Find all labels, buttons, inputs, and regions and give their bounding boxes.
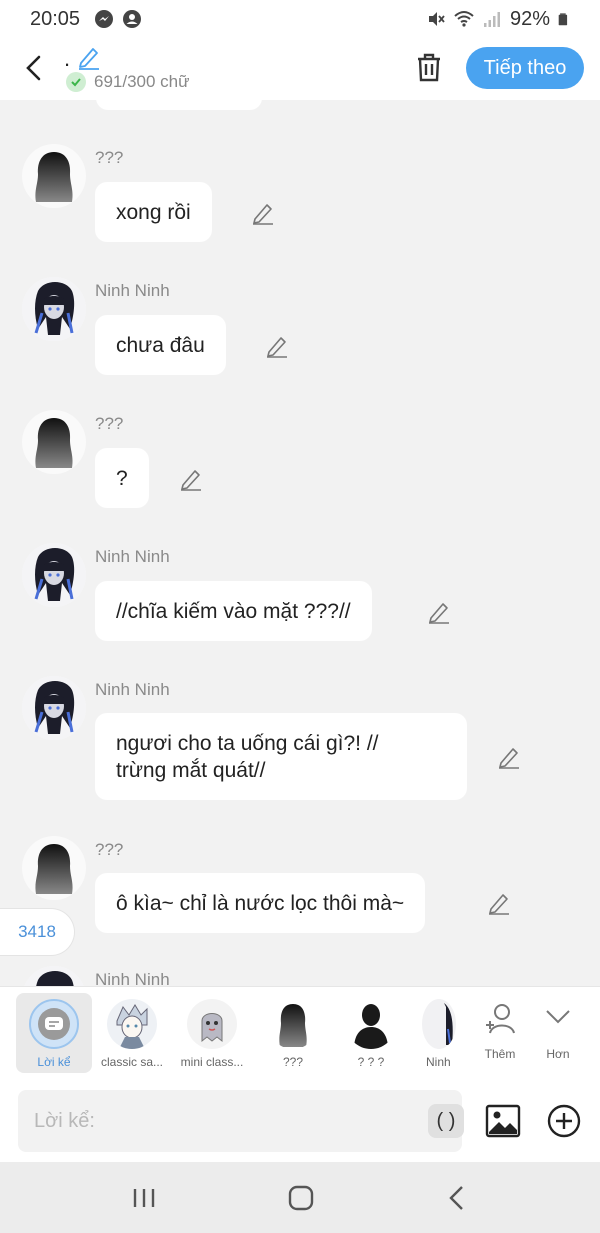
messenger-icon [95,10,114,28]
chevron-left-icon [26,55,41,81]
mute-icon [428,12,445,26]
avatar-silhouette[interactable] [22,144,86,208]
account-icon [123,10,142,28]
ghost-avatar-icon [187,999,237,1049]
dark-silhouette-man-icon [346,999,396,1049]
avatar-anime-girl[interactable] [22,966,86,986]
avatar-anime-girl[interactable] [22,543,86,607]
anime-boy-avatar-icon [107,999,157,1049]
sender-name: ??? [95,148,124,167]
word-count-text: 691/300 chữ [94,72,190,91]
add-person-icon [486,1004,515,1034]
next-button[interactable]: Tiếp theo [466,47,584,89]
character-label: ??? [282,1055,304,1069]
narration-input[interactable] [18,1090,398,1152]
back-nav-icon[interactable] [442,1182,474,1214]
sender-name: Ninh Ninh [95,680,170,699]
message-line: ngươi cho ta uống cái gì?! // [116,731,379,755]
home-icon[interactable] [285,1182,317,1214]
partial-message-bubble [96,100,262,110]
avatar-anime-girl[interactable] [22,277,86,341]
character-label: mini class... [180,1055,244,1069]
plus-circle-icon[interactable] [545,1102,583,1140]
pencil-icon[interactable] [426,599,452,625]
pencil-icon[interactable] [178,466,204,492]
character-label: classic sa... [100,1055,163,1069]
character-label: ? ? ? [357,1055,385,1069]
system-nav-bar [0,1162,600,1233]
more-button[interactable]: Hơn [522,993,594,1073]
dark-silhouette-icon [268,999,318,1049]
character-mini-class[interactable]: mini class... [174,993,250,1073]
pencil-icon[interactable] [496,744,522,770]
check-icon [66,72,86,92]
character-ninh[interactable]: Ninh [412,993,462,1073]
anime-girl-avatar-icon [422,999,456,1049]
edit-title-icon[interactable] [76,44,102,70]
pencil-icon[interactable] [486,890,512,916]
parentheses-button[interactable]: ( ) [428,1104,464,1138]
signal-icon [483,12,500,27]
character-unknown-spaced[interactable]: ? ? ? [333,993,409,1073]
battery-icon [558,13,568,26]
character-bar: Lời kể classic sa... mini class... ??? ?… [0,986,600,1080]
avatar-anime-girl[interactable] [22,676,86,740]
avatar-silhouette[interactable] [22,836,86,900]
pencil-icon[interactable] [264,333,290,359]
character-classic-sa[interactable]: classic sa... [94,993,170,1073]
chevron-down-icon [546,1010,570,1024]
recent-apps-icon[interactable] [128,1182,160,1214]
input-bar: ( ) [0,1080,600,1162]
message-line: trừng mắt quát// [116,758,266,782]
story-title: . [64,46,71,71]
narration-icon [29,999,79,1049]
status-time: 20:05 [30,7,81,30]
pencil-icon[interactable] [250,200,276,226]
character-label: Lời kể [37,1055,71,1069]
message-counter-badge[interactable]: 3418 [0,908,75,956]
image-icon[interactable] [484,1102,522,1140]
message-bubble[interactable]: //chĩa kiếm vào mặt ???// [95,581,372,641]
trash-icon[interactable] [412,50,446,84]
more-label: Hơn [546,1047,570,1061]
word-count: 691/300 chữ [66,72,190,92]
sender-name: ??? [95,414,124,433]
wifi-icon [454,11,474,27]
message-bubble[interactable]: chưa đâu [95,315,226,375]
input-container: ( ) [18,1090,464,1152]
sender-name: Ninh Ninh [95,547,170,566]
message-bubble[interactable]: xong rồi [95,182,212,242]
sender-name: Ninh Ninh [95,281,170,300]
character-narration[interactable]: Lời kể [16,993,92,1073]
message-bubble[interactable]: ? [95,448,149,508]
top-bar: . 691/300 chữ Tiếp theo [0,38,600,100]
sender-name: Ninh Ninh [95,970,170,986]
message-bubble[interactable]: ngươi cho ta uống cái gì?! // trừng mắt … [95,713,467,800]
battery-percent: 92% [509,7,550,30]
chat-area: ??? xong rồi Ninh Ninh chưa đâu ??? ? Ni… [0,100,600,986]
avatar-silhouette[interactable] [22,410,86,474]
status-bar: 20:05 92% [0,0,600,38]
character-unknown[interactable]: ??? [255,993,331,1073]
message-bubble[interactable]: ô kìa~ chỉ là nước lọc thôi mà~ [95,873,426,933]
character-label: Ninh [426,1055,451,1069]
sender-name: ??? [95,840,124,859]
back-button[interactable] [18,52,50,84]
